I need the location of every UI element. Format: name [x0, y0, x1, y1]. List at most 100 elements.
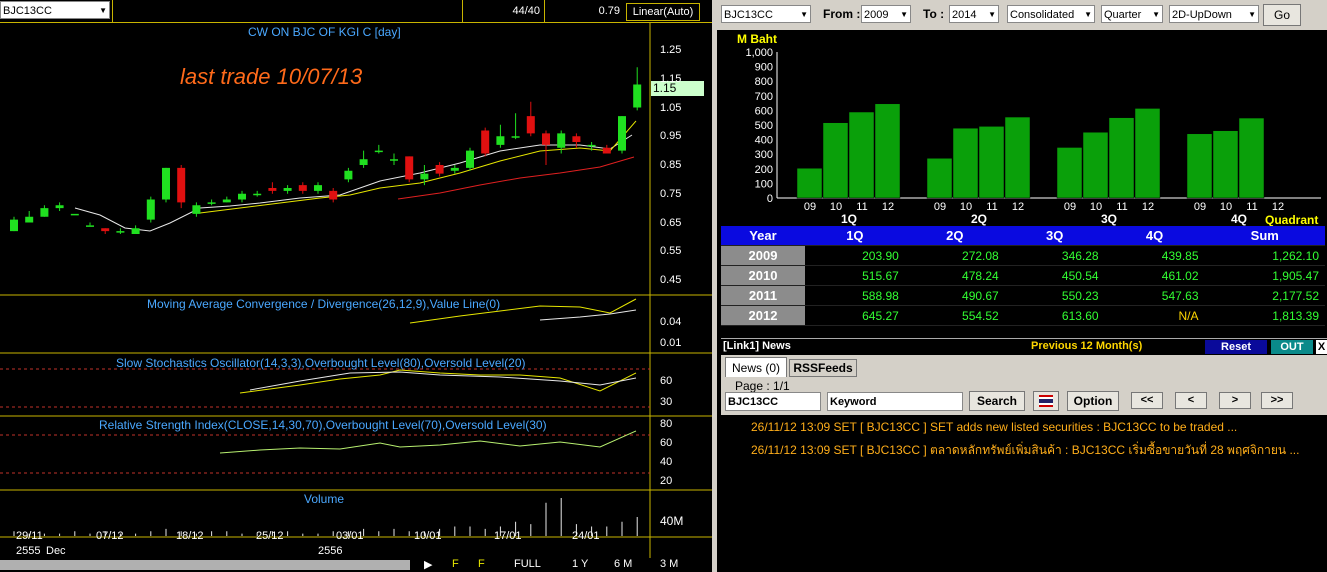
- tab-rss[interactable]: RSSFeeds: [789, 359, 857, 377]
- candle-body: [146, 199, 155, 220]
- from-year-select[interactable]: 2009 ▼: [861, 5, 911, 23]
- chart-toolbar: BJC13CC ▼ 44/40 0.79 Linear(Auto): [0, 0, 712, 23]
- candle-body: [116, 231, 125, 233]
- candle-body: [86, 225, 94, 227]
- fin-symbol-select[interactable]: BJC13CC ▼: [721, 5, 811, 23]
- candle-body: [222, 199, 231, 203]
- last-value-box: 0.79: [544, 0, 624, 22]
- nav-first-button[interactable]: <<: [1131, 392, 1163, 409]
- stoch-title: Slow Stochastics Oscillator(14,3,3),Over…: [116, 356, 526, 370]
- y-tick-label: 0: [767, 193, 773, 205]
- quarterly-bar-chart: 1,000900800700600500400300200100009 10 11 1…: [745, 47, 1321, 226]
- candle-body: [481, 130, 490, 154]
- col-1q: 1Q: [804, 226, 905, 246]
- keyword-input[interactable]: Keyword: [827, 392, 963, 411]
- scroll-right-icon[interactable]: ▶: [424, 558, 432, 571]
- cell: 203.90: [804, 245, 905, 266]
- candle-body: [557, 133, 566, 148]
- rsi-axis-2: 60: [660, 437, 673, 449]
- table-row[interactable]: 2009 203.90 272.08 346.28 439.85 1,262.1…: [721, 245, 1325, 266]
- ratio-box: 44/40: [462, 0, 544, 22]
- language-flag-icon[interactable]: [1033, 391, 1059, 411]
- x-year-label: 11: [856, 201, 867, 213]
- quarter-bar: [848, 111, 875, 199]
- cell: 346.28: [1004, 245, 1105, 266]
- to-year-select[interactable]: 2014 ▼: [949, 5, 999, 23]
- quarter-group-label: 4Q: [1231, 212, 1247, 226]
- news-item[interactable]: 26/11/12 13:09 SET [ BJC13CC ] ตลาดหลักท…: [751, 441, 1299, 460]
- scroll-track[interactable]: [0, 560, 410, 570]
- stoch-axis-1: 60: [660, 375, 673, 387]
- candle-body: [390, 159, 398, 161]
- cell: 490.67: [904, 285, 1005, 306]
- view-select[interactable]: 2D-UpDown ▼: [1169, 5, 1259, 23]
- candle-body: [329, 190, 338, 200]
- stoch-d-line: [249, 371, 637, 391]
- cell: 1,905.47: [1204, 265, 1325, 286]
- nav-prev-button[interactable]: <: [1175, 392, 1207, 409]
- price-axis-label: 0.55: [660, 245, 682, 258]
- candle-body: [405, 156, 414, 180]
- rsi-line: [219, 430, 637, 454]
- news-symbol-input[interactable]: BJC13CC: [725, 392, 821, 411]
- cell: 588.98: [804, 285, 905, 306]
- y-tick-label: 400: [755, 135, 773, 147]
- candle-body: [359, 159, 368, 165]
- view-value: 2D-UpDown: [1172, 9, 1232, 21]
- mode-select[interactable]: Consolidated ▼: [1007, 5, 1095, 23]
- zoom-out-icon[interactable]: F: [478, 558, 485, 570]
- symbol-select[interactable]: BJC13CC ▼: [0, 1, 110, 19]
- out-button[interactable]: OUT: [1271, 340, 1313, 354]
- y-tick-label: 100: [755, 178, 773, 190]
- page-label: Page : 1/1: [735, 379, 790, 393]
- cell: 450.54: [1004, 265, 1105, 286]
- table-row[interactable]: 2012 645.27 554.52 613.60 N/A 1,813.39: [721, 305, 1325, 326]
- scale-mode-label: Linear(Auto): [632, 6, 694, 18]
- rsi-axis-4: 20: [660, 475, 673, 487]
- bottom-scrollbar[interactable]: ▶ F F FULL 1 Y 6 M 3 M: [0, 558, 712, 572]
- news-list: 26/11/12 13:09 SET [ BJC13CC ] SET adds …: [721, 415, 1327, 572]
- search-button[interactable]: Search: [969, 391, 1025, 411]
- range-full-button[interactable]: FULL: [514, 558, 541, 570]
- table-row[interactable]: 2010 515.67 478.24 450.54 461.02 1,905.4…: [721, 265, 1325, 286]
- candle-body: [511, 136, 520, 138]
- reset-button[interactable]: Reset: [1205, 340, 1267, 354]
- cell: 1,262.10: [1204, 245, 1325, 266]
- x-year-label: 12: [882, 201, 894, 213]
- chevron-down-icon: ▼: [988, 10, 996, 19]
- col-4q: 4Q: [1104, 226, 1205, 246]
- quarter-bar: [1186, 133, 1213, 199]
- candle-body: [55, 205, 64, 209]
- nav-last-button[interactable]: >>: [1261, 392, 1293, 409]
- fin-symbol-value: BJC13CC: [724, 9, 773, 21]
- financial-pane: BJC13CC ▼ From : 2009 ▼ To : 2014 ▼ Consoli…: [717, 0, 1327, 572]
- col-year: Year: [721, 226, 805, 246]
- option-button[interactable]: Option: [1067, 391, 1119, 411]
- rsi-axis-3: 40: [660, 456, 673, 468]
- date-label: 18/12: [176, 530, 204, 542]
- nav-next-button[interactable]: >: [1219, 392, 1251, 409]
- range-3m-button[interactable]: 3 M: [660, 558, 678, 570]
- last-value: 0.79: [598, 5, 620, 17]
- go-button[interactable]: Go: [1263, 4, 1301, 26]
- from-label: From :: [823, 7, 861, 21]
- news-item[interactable]: 26/11/12 13:09 SET [ BJC13CC ] SET adds …: [751, 420, 1237, 434]
- scale-mode-button[interactable]: Linear(Auto): [626, 3, 700, 21]
- period-select[interactable]: Quarter ▼: [1101, 5, 1163, 23]
- close-icon[interactable]: X: [1316, 340, 1327, 354]
- chart-title: CW ON BJC OF KGI C [day]: [248, 25, 401, 39]
- range-1y-button[interactable]: 1 Y: [572, 558, 588, 570]
- quarter-bar: [1238, 117, 1265, 199]
- range-6m-button[interactable]: 6 M: [614, 558, 632, 570]
- tab-news[interactable]: News (0): [725, 357, 787, 377]
- col-sum: Sum: [1204, 226, 1325, 246]
- volume-axis: 40M: [660, 514, 684, 528]
- cell: 2,177.52: [1204, 285, 1325, 306]
- candle-body: [450, 167, 459, 171]
- zoom-in-icon[interactable]: F: [452, 558, 459, 570]
- table-row[interactable]: 2011 588.98 490.67 550.23 547.63 2,177.5…: [721, 285, 1325, 306]
- candle-body: [238, 193, 246, 200]
- y-tick-label: 900: [755, 62, 773, 74]
- x-year-label: 11: [986, 201, 997, 213]
- candle-body: [177, 167, 186, 203]
